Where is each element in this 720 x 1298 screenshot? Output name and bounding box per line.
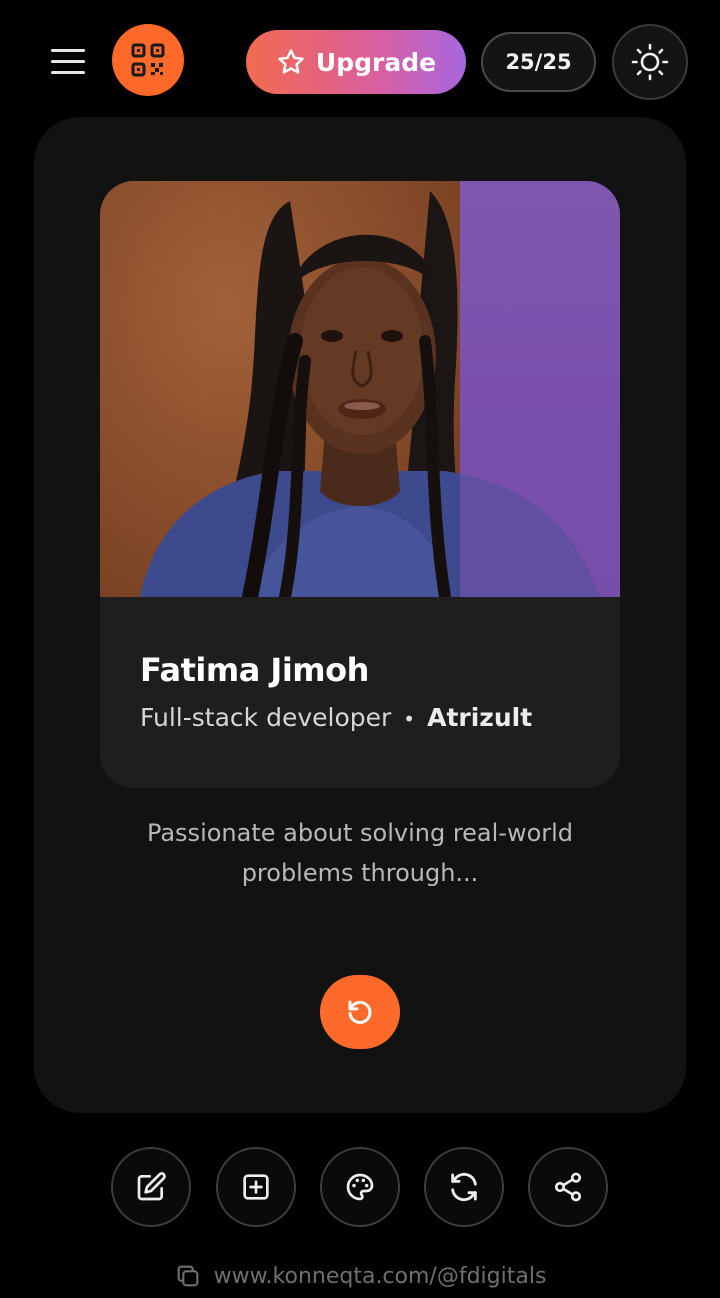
edit-button[interactable] (111, 1147, 191, 1227)
profile-url-text: www.konneqta.com/@fdigitals (213, 1263, 547, 1289)
theme-toggle-button[interactable] (612, 24, 688, 100)
profile-photo (100, 181, 620, 597)
upgrade-button[interactable]: Upgrade (246, 30, 466, 94)
profile-url-link[interactable]: www.konneqta.com/@fdigitals (0, 1262, 720, 1290)
profile-company: Atrizult (427, 703, 533, 732)
qr-code-button[interactable] (112, 24, 184, 96)
upgrade-label: Upgrade (315, 47, 437, 77)
sync-icon (451, 1172, 477, 1202)
copy-icon (177, 1265, 198, 1287)
qr-code-icon (131, 43, 165, 77)
profile-name: Fatima Jimoh (140, 651, 369, 689)
hamburger-menu-icon (51, 48, 85, 52)
profile-role: Full-stack developer (140, 703, 392, 732)
profile-info: Fatima Jimoh Full-stack developer • Atrizu… (140, 651, 532, 732)
palette-icon (346, 1173, 374, 1201)
rotate-ccw-icon (348, 1000, 372, 1024)
sync-button[interactable] (424, 1147, 504, 1227)
add-square-icon (243, 1174, 269, 1200)
reset-button[interactable] (320, 975, 400, 1049)
profile-card-container: Fatima Jimoh Full-stack developer • Atrizu… (34, 117, 686, 1113)
menu-button[interactable] (44, 38, 92, 84)
sun-icon (631, 43, 669, 81)
star-outline-icon (278, 49, 304, 74)
share-icon (554, 1172, 582, 1202)
edit-icon (137, 1172, 166, 1201)
profile-card[interactable]: Fatima Jimoh Full-stack developer • Atrizu… (100, 181, 620, 788)
profile-subline: Full-stack developer • Atrizult (140, 703, 532, 732)
profile-bio: Passionate about solving real-world prob… (146, 819, 574, 887)
share-button[interactable] (528, 1147, 608, 1227)
separator-dot: • (403, 707, 416, 731)
add-button[interactable] (216, 1147, 296, 1227)
usage-counter-badge: 25/25 (481, 32, 596, 92)
theme-palette-button[interactable] (320, 1147, 400, 1227)
